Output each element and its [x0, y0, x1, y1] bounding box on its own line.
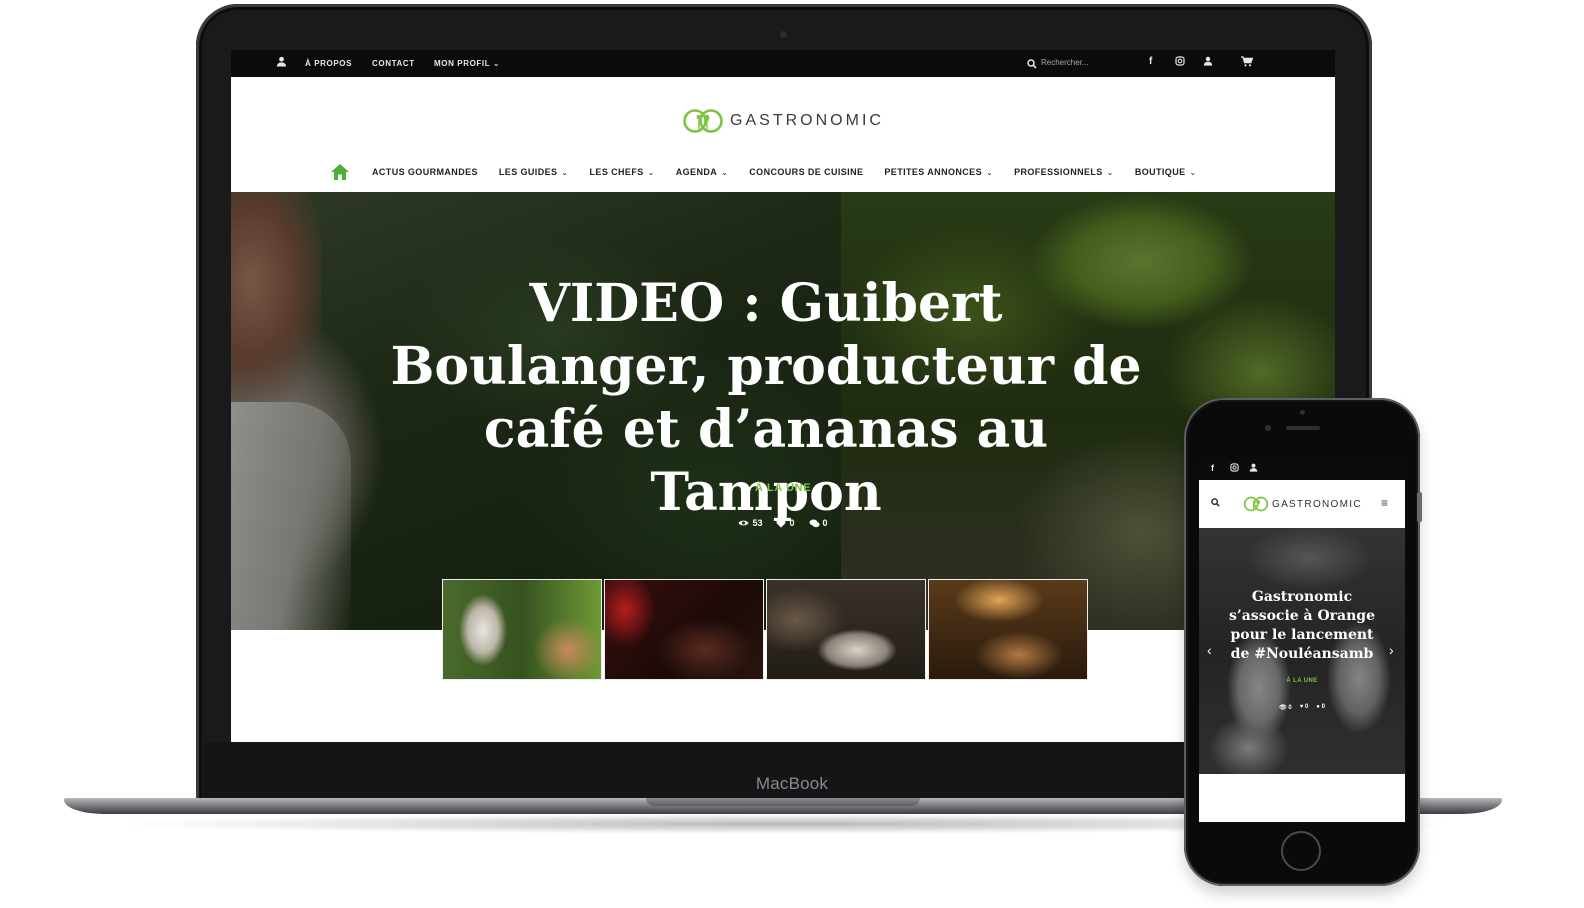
- slider-thumbnail[interactable]: [766, 579, 926, 680]
- laptop-notch: [646, 798, 920, 806]
- phone-side-button: [1417, 492, 1422, 522]
- nav-item-label: LES GUIDES: [498, 167, 558, 177]
- cart-icon[interactable]: [1241, 56, 1254, 71]
- phone-camera: [1265, 425, 1271, 431]
- logo-text: GASTRONOMIC: [1272, 498, 1362, 510]
- nav-item-professionnels[interactable]: PROFESSIONNELS ⌄: [1014, 167, 1114, 177]
- facebook-icon[interactable]: f: [1211, 463, 1214, 474]
- phone-sensor: [1300, 410, 1305, 415]
- eye-icon: [738, 520, 750, 526]
- chevron-down-icon: ⌄: [561, 168, 569, 177]
- phone-screen: f GASTRONOMIC ≡ Gastronomic s’associe à …: [1199, 458, 1405, 822]
- topbar-link-mon-profil[interactable]: MON PROFIL ⌄: [434, 59, 500, 68]
- slider-thumbnails: [442, 579, 1088, 681]
- comments-stat[interactable]: ● 0: [1316, 704, 1325, 711]
- logo-text: GASTRONOMIC: [730, 112, 884, 129]
- main-nav: ACTUS GOURMANDES LES GUIDES ⌄ LES CHEFS ⌄ …: [330, 158, 1218, 186]
- home-icon[interactable]: [330, 163, 350, 181]
- heart-icon: ♥: [1299, 704, 1304, 710]
- top-bar: À PROPOS CONTACT MON PROFIL ⌄ f: [231, 50, 1335, 77]
- phone-logo[interactable]: GASTRONOMIC: [1243, 496, 1362, 512]
- phone-hero-stats: 👁 0 ♥ 0 ● 0: [1199, 704, 1405, 711]
- comments-count: 0: [1321, 704, 1325, 710]
- hamburger-menu-icon[interactable]: ≡: [1381, 496, 1388, 510]
- comments-stat[interactable]: 0: [809, 518, 828, 528]
- topbar-link-label: MON PROFIL: [434, 59, 491, 68]
- chevron-down-icon: ⌄: [1189, 168, 1197, 177]
- search-icon[interactable]: [1211, 498, 1220, 510]
- nav-item-les-guides[interactable]: LES GUIDES ⌄: [499, 167, 569, 177]
- chevron-down-icon: ⌄: [492, 59, 501, 68]
- views-count: 53: [752, 518, 763, 528]
- chevron-right-icon[interactable]: ›: [1389, 642, 1394, 658]
- likes-count: 0: [789, 518, 795, 528]
- facebook-icon[interactable]: f: [1149, 56, 1152, 68]
- user-icon[interactable]: [1249, 463, 1258, 475]
- eye-icon: 👁: [1279, 705, 1287, 711]
- likes-stat[interactable]: ♥ 0: [1300, 704, 1309, 711]
- nav-item-petites-annonces[interactable]: PETITES ANNONCES ⌄: [884, 167, 993, 177]
- chevron-down-icon: ⌄: [721, 168, 729, 177]
- views-count: 0: [1288, 705, 1292, 711]
- likes-stat[interactable]: 0: [776, 518, 795, 528]
- chevron-down-icon: ⌄: [985, 168, 994, 177]
- comments-icon: [809, 519, 819, 527]
- views-stat: 53: [738, 518, 762, 528]
- phone-hero-slider[interactable]: Gastronomic s’associe à Orange pour le l…: [1199, 528, 1405, 774]
- chevron-down-icon: ⌄: [1106, 168, 1114, 177]
- phone-speaker: [1286, 426, 1320, 430]
- comments-count: 0: [822, 518, 828, 528]
- nav-item-label: PETITES ANNONCES: [884, 167, 982, 177]
- nav-item-concours-de-cuisine[interactable]: CONCOURS DE CUISINE: [749, 167, 863, 177]
- instagram-icon[interactable]: [1175, 56, 1185, 70]
- laptop-screen: À PROPOS CONTACT MON PROFIL ⌄ f GASTRONO…: [231, 50, 1335, 742]
- chevron-left-icon[interactable]: ‹: [1207, 642, 1212, 658]
- comments-icon: ●: [1316, 704, 1320, 710]
- topbar-link-a-propos[interactable]: À PROPOS: [305, 59, 352, 68]
- nav-item-actus-gourmandes[interactable]: ACTUS GOURMANDES: [372, 167, 478, 177]
- search-input[interactable]: [1041, 56, 1121, 69]
- views-stat: 👁 0: [1279, 704, 1292, 711]
- nav-item-les-chefs[interactable]: LES CHEFS ⌄: [590, 167, 655, 177]
- heart-icon: [776, 519, 786, 528]
- slider-thumbnail[interactable]: [442, 579, 602, 680]
- slider-thumbnail[interactable]: [928, 579, 1088, 680]
- nav-item-label: BOUTIQUE: [1134, 167, 1186, 177]
- logo-icon: [1243, 496, 1269, 512]
- nav-item-label: PROFESSIONNELS: [1014, 167, 1103, 177]
- phone-top-bar: f: [1199, 458, 1405, 480]
- likes-count: 0: [1304, 704, 1309, 710]
- phone-hero-title[interactable]: Gastronomic s’associe à Orange pour le l…: [1219, 588, 1385, 664]
- site-logo[interactable]: GASTRONOMIC: [231, 108, 1335, 134]
- instagram-icon[interactable]: [1230, 463, 1239, 475]
- nav-item-label: LES CHEFS: [589, 167, 644, 177]
- topbar-link-contact[interactable]: CONTACT: [372, 59, 415, 68]
- phone-header: GASTRONOMIC ≡: [1199, 480, 1405, 528]
- hero-category[interactable]: À LA UNE: [231, 482, 1335, 494]
- topbar-search: [1027, 55, 1127, 71]
- account-icon[interactable]: [1203, 56, 1213, 70]
- hero-slider[interactable]: VIDEO : Guibert Boulanger, producteur de…: [231, 192, 1335, 630]
- phone-home-button: [1281, 831, 1321, 871]
- slider-thumbnail[interactable]: [604, 579, 764, 680]
- search-icon[interactable]: [1027, 56, 1037, 74]
- logo-icon: [683, 109, 723, 133]
- chevron-down-icon: ⌄: [647, 168, 655, 177]
- nav-item-boutique[interactable]: BOUTIQUE ⌄: [1135, 167, 1197, 177]
- nav-item-label: AGENDA: [675, 167, 718, 177]
- phone-hero-category[interactable]: À LA UNE: [1199, 678, 1405, 684]
- laptop-camera: [780, 31, 787, 38]
- nav-item-agenda[interactable]: AGENDA ⌄: [676, 167, 729, 177]
- user-icon[interactable]: [276, 56, 287, 71]
- hero-stats: 53 0 0: [231, 518, 1335, 528]
